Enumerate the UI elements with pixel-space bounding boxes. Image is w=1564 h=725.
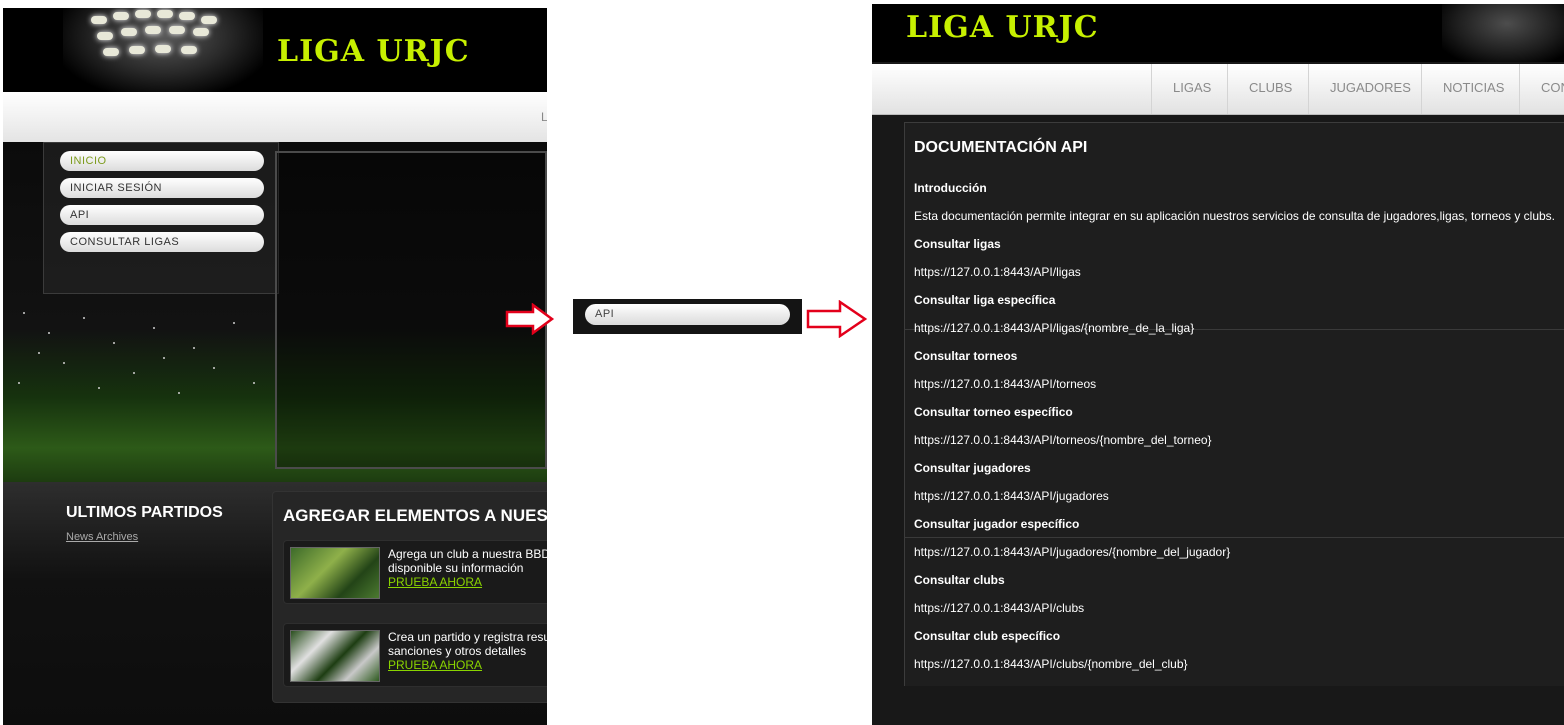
arrow-right-icon xyxy=(505,303,555,335)
divider xyxy=(904,537,1564,538)
news-archives-link[interactable]: News Archives xyxy=(66,531,138,543)
agregar-elementos-panel: AGREGAR ELEMENTOS A NUESTRA Agrega un cl… xyxy=(272,491,547,703)
card-crear-partido: Crea un partido y registra resultadossan… xyxy=(283,623,547,687)
menu-item-inicio[interactable]: INICIO xyxy=(60,151,264,171)
menu-item-api[interactable]: API xyxy=(60,205,264,225)
card-text: Crea un partido y registra resultadossan… xyxy=(388,630,547,658)
doc-section-heading: Consultar club específico xyxy=(914,629,1061,643)
nav-item-contacto[interactable]: CONTACTO xyxy=(1519,64,1564,114)
header-banner: LIGA URJC xyxy=(3,8,547,92)
nav-item-ligas[interactable]: LIGAS xyxy=(1151,64,1232,114)
doc-section-heading: Consultar jugador específico xyxy=(914,517,1080,531)
menu-item-iniciar-sesion[interactable]: INICIAR SESIÓN xyxy=(60,178,264,198)
doc-text-line: https://127.0.0.1:8443/API/ligas xyxy=(914,265,1081,279)
stadium-lights-image xyxy=(63,8,263,92)
doc-section-heading: Introducción xyxy=(914,181,987,195)
doc-section-heading: Consultar torneos xyxy=(914,349,1018,363)
left-screenshot: LIGA URJC L INICIO INICIAR SESIÓN API CO… xyxy=(3,8,547,725)
prueba-ahora-link[interactable]: PRUEBA AHORA xyxy=(388,575,482,589)
doc-section-heading: Consultar jugadores xyxy=(914,461,1031,475)
menu-item-consultar-ligas[interactable]: CONSULTAR LIGAS xyxy=(60,232,264,252)
stadium-lights-image xyxy=(1442,4,1564,62)
nav-item-clubs[interactable]: CLUBS xyxy=(1227,64,1313,114)
agregar-elementos-title: AGREGAR ELEMENTOS A NUESTRA xyxy=(283,506,547,525)
doc-section-heading: Consultar liga específica xyxy=(914,293,1056,307)
nav-item-noticias[interactable]: NOTICIAS xyxy=(1421,64,1525,114)
doc-text-line: https://127.0.0.1:8443/API/jugadores xyxy=(914,489,1109,503)
card-text: Agrega un club a nuestra BBDD disponible … xyxy=(388,547,547,575)
prueba-ahora-link[interactable]: PRUEBA AHORA xyxy=(388,658,482,672)
nav-bar: L xyxy=(3,92,547,143)
doc-text-line: https://127.0.0.1:8443/API/torneos xyxy=(914,377,1097,391)
doc-text-line: https://127.0.0.1:8443/API/jugadores/{no… xyxy=(914,545,1231,559)
logo[interactable]: LIGA URJC xyxy=(906,10,1099,45)
nav-item-jugadores[interactable]: JUGADORES xyxy=(1308,64,1432,114)
card-agregar-club: Agrega un club a nuestra BBDD disponible … xyxy=(283,540,547,604)
right-screenshot: LIGA URJC LIGAS CLUBS JUGADORES NOTICIAS… xyxy=(872,4,1564,725)
arrow-right-icon xyxy=(806,300,868,338)
nav-item-ligas[interactable]: L xyxy=(541,110,547,124)
bottom-section: ULTIMOS PARTIDOS News Archives AGREGAR E… xyxy=(3,482,547,725)
nav-bar: LIGAS CLUBS JUGADORES NOTICIAS CONTACTO xyxy=(872,64,1564,115)
doc-text-line: https://127.0.0.1:8443/API/clubs xyxy=(914,601,1085,615)
page-title: DOCUMENTACIÓN API xyxy=(914,139,1088,156)
api-menu-zoom: API xyxy=(573,299,802,334)
doc-section-heading: Consultar ligas xyxy=(914,237,1001,251)
logo[interactable]: LIGA URJC xyxy=(273,28,547,72)
doc-text-line: Esta documentación permite integrar en s… xyxy=(914,209,1556,223)
menu-item-api-zoom[interactable]: API xyxy=(585,304,790,325)
doc-text-line: https://127.0.0.1:8443/API/clubs/{nombre… xyxy=(914,657,1188,671)
card-thumbnail xyxy=(290,630,380,682)
doc-section-heading: Consultar clubs xyxy=(914,573,1005,587)
doc-text-line: https://127.0.0.1:8443/API/torneos/{nomb… xyxy=(914,433,1212,447)
header-banner: LIGA URJC xyxy=(872,4,1564,62)
card-thumbnail xyxy=(290,547,380,599)
doc-section-heading: Consultar torneo específico xyxy=(914,405,1073,419)
doc-text-line: https://127.0.0.1:8443/API/ligas/{nombre… xyxy=(914,321,1195,335)
ultimos-partidos-title: ULTIMOS PARTIDOS xyxy=(66,504,223,521)
